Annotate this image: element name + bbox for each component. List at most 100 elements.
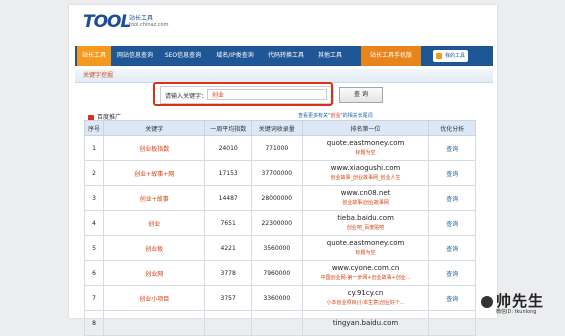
my-tools-button[interactable]: 我的工具: [433, 50, 469, 62]
top-site-title[interactable]: 标题为空: [304, 148, 428, 158]
table-row: 8 tingyan.baidu.com: [83, 310, 476, 336]
row-query-link[interactable]: 查询: [428, 185, 476, 211]
row-indexed-count: [250, 310, 303, 336]
row-query-link[interactable]: 查询: [428, 160, 476, 186]
row-query-link[interactable]: 查询: [428, 135, 476, 161]
table-row: 6 创业网 3778 7960000 www.cyone.com.cn 中国创业网-第一步…: [83, 260, 476, 286]
row-keyword[interactable]: 创业板指数: [103, 135, 206, 161]
row-top-site: quote.eastmoney.com 标题为空: [301, 135, 430, 161]
row-indexed-count: 3560000: [250, 235, 303, 261]
row-weekly-index: 3778: [204, 260, 252, 286]
row-top-site: www.xiaogushi.com 创业故事_创业故事网_创业人生: [301, 160, 430, 186]
row-keyword[interactable]: 创业网: [103, 260, 206, 286]
my-tools-icon: [436, 53, 442, 59]
row-top-site: www.cn08.net 创业故事|创业故事网: [301, 185, 430, 211]
row-query-link[interactable]: 查询: [428, 210, 476, 236]
top-site-title[interactable]: 创业吧_百度贴吧: [304, 223, 428, 233]
row-indexed-count: 37700000: [250, 160, 303, 186]
row-indexed-count: 3360000: [250, 285, 303, 311]
row-top-site: tingyan.baidu.com: [301, 310, 430, 336]
row-keyword[interactable]: [103, 310, 206, 336]
table-row: 7 创业小项目 3757 3360000 cy.91cy.cn 小本创业项目|小本生意|创…: [83, 285, 476, 311]
site-header: TOOL 站长工具 tool.chinaz.com: [69, 5, 497, 41]
col-header-no: 序号: [83, 120, 105, 136]
more-long-tail-link[interactable]: 查看更多有关"创业"的相关长尾词: [298, 112, 373, 119]
row-indexed-count: 7960000: [250, 260, 303, 286]
top-site-title[interactable]: 中国创业网-第一步网+创业故事+创业...: [304, 273, 428, 283]
top-site-domain[interactable]: tieba.baidu.com: [304, 213, 428, 223]
site-logo[interactable]: TOOL: [83, 12, 131, 32]
table-row: 4 创业 7651 22300000 tieba.baidu.com 创业吧_百度贴吧 查询: [83, 210, 476, 236]
row-top-site: cy.91cy.cn 小本创业项目|小本生意|创业好个...: [301, 285, 430, 311]
row-query-link[interactable]: [428, 310, 476, 336]
top-site-domain[interactable]: www.cn08.net: [304, 188, 428, 198]
col-header-optimize: 优化分析: [428, 120, 476, 136]
row-number: 2: [83, 160, 105, 186]
top-site-domain[interactable]: www.xiaogushi.com: [304, 163, 428, 173]
row-indexed-count: 22300000: [250, 210, 303, 236]
row-number: 5: [83, 235, 105, 261]
nav-item-mobile-version[interactable]: 站长工具手机版: [361, 46, 421, 66]
col-header-indexed-count: 关键词收录量: [250, 120, 303, 136]
row-top-site: www.cyone.com.cn 中国创业网-第一步网+创业故事+创业...: [301, 260, 430, 286]
row-keyword[interactable]: 创业+故事+网: [103, 160, 206, 186]
more-suffix: "的相关长尾词: [340, 113, 373, 119]
col-header-top-rank: 排名第一位: [301, 120, 430, 136]
nav-item-seo-info[interactable]: SEO信息查询: [159, 46, 207, 66]
col-header-weekly-index: 一周平均指数: [204, 120, 252, 136]
row-keyword[interactable]: 创业小项目: [103, 285, 206, 311]
row-top-site: quote.eastmoney.com 标题为空: [301, 235, 430, 261]
row-top-site: tieba.baidu.com 创业吧_百度贴吧: [301, 210, 430, 236]
top-site-title[interactable]: 标题为空: [304, 248, 428, 258]
top-site-domain[interactable]: quote.eastmoney.com: [304, 138, 428, 148]
row-keyword[interactable]: 创业板: [103, 235, 206, 261]
table-row: 1 创业板指数 24010 771000 quote.eastmoney.com 标题为空…: [83, 135, 476, 161]
top-site-domain[interactable]: cy.91cy.cn: [304, 288, 428, 298]
watermark-sub: 微信ID: tkunlong: [496, 309, 537, 315]
nav-item-code-convert[interactable]: 代码转换工具: [263, 46, 309, 66]
row-number: 6: [83, 260, 105, 286]
nav-item-site-info[interactable]: 网站信息查询: [113, 46, 157, 66]
table-header-row: 序号 关键字 一周平均指数 关键词收录量 排名第一位 优化分析: [83, 120, 476, 136]
top-site-title[interactable]: 创业故事|创业故事网: [304, 198, 428, 208]
top-site-domain[interactable]: quote.eastmoney.com: [304, 238, 428, 248]
row-query-link[interactable]: 查询: [428, 285, 476, 311]
table-row: 5 创业板 4221 3560000 quote.eastmoney.com 标题为空 查询: [83, 235, 476, 261]
row-number: 3: [83, 185, 105, 211]
site-url: tool.chinaz.com: [129, 22, 169, 28]
top-site-domain[interactable]: www.cyone.com.cn: [304, 263, 428, 273]
row-indexed-count: 771000: [250, 135, 303, 161]
site-name: 站长工具: [129, 15, 154, 22]
row-query-link[interactable]: 查询: [428, 235, 476, 261]
main-nav: 站长工具 网站信息查询 SEO信息查询 域名/IP类查询 代码转换工具 其他工具…: [75, 46, 493, 66]
more-keyword: 创业: [330, 113, 341, 119]
row-number: 8: [83, 310, 105, 336]
top-site-title[interactable]: 创业故事_创业故事网_创业人生: [304, 173, 428, 183]
wechat-icon: [481, 295, 493, 308]
top-site-domain[interactable]: tingyan.baidu.com: [304, 318, 428, 328]
row-weekly-index: 7651: [204, 210, 252, 236]
nav-item-other-tools[interactable]: 其他工具: [311, 46, 349, 66]
row-number: 1: [83, 135, 105, 161]
row-weekly-index: 24010: [204, 135, 252, 161]
search-button[interactable]: 查 询: [339, 87, 383, 103]
row-weekly-index: 17153: [204, 160, 252, 186]
row-indexed-count: 28000000: [250, 185, 303, 211]
row-weekly-index: [204, 310, 252, 336]
row-query-link[interactable]: 查询: [428, 260, 476, 286]
highlight-frame: [153, 82, 333, 106]
nav-item-domain-ip[interactable]: 域名/IP类查询: [209, 46, 261, 66]
row-weekly-index: 3757: [204, 285, 252, 311]
row-weekly-index: 14487: [204, 185, 252, 211]
row-number: 7: [83, 285, 105, 311]
my-tools-label: 我的工具: [445, 53, 466, 59]
row-keyword[interactable]: 创业+故事: [103, 185, 206, 211]
keyword-table: 序号 关键字 一周平均指数 关键词收录量 排名第一位 优化分析 1 创业板指数 24…: [83, 120, 476, 336]
row-weekly-index: 4221: [204, 235, 252, 261]
nav-item-webmaster-tools[interactable]: 站长工具: [77, 46, 111, 66]
top-site-title[interactable]: 小本创业项目|小本生意|创业好个...: [304, 298, 428, 308]
row-number: 4: [83, 210, 105, 236]
more-prefix: 查看更多有关": [298, 113, 331, 119]
row-keyword[interactable]: 创业: [103, 210, 206, 236]
section-title: 关键字挖掘: [75, 69, 493, 83]
